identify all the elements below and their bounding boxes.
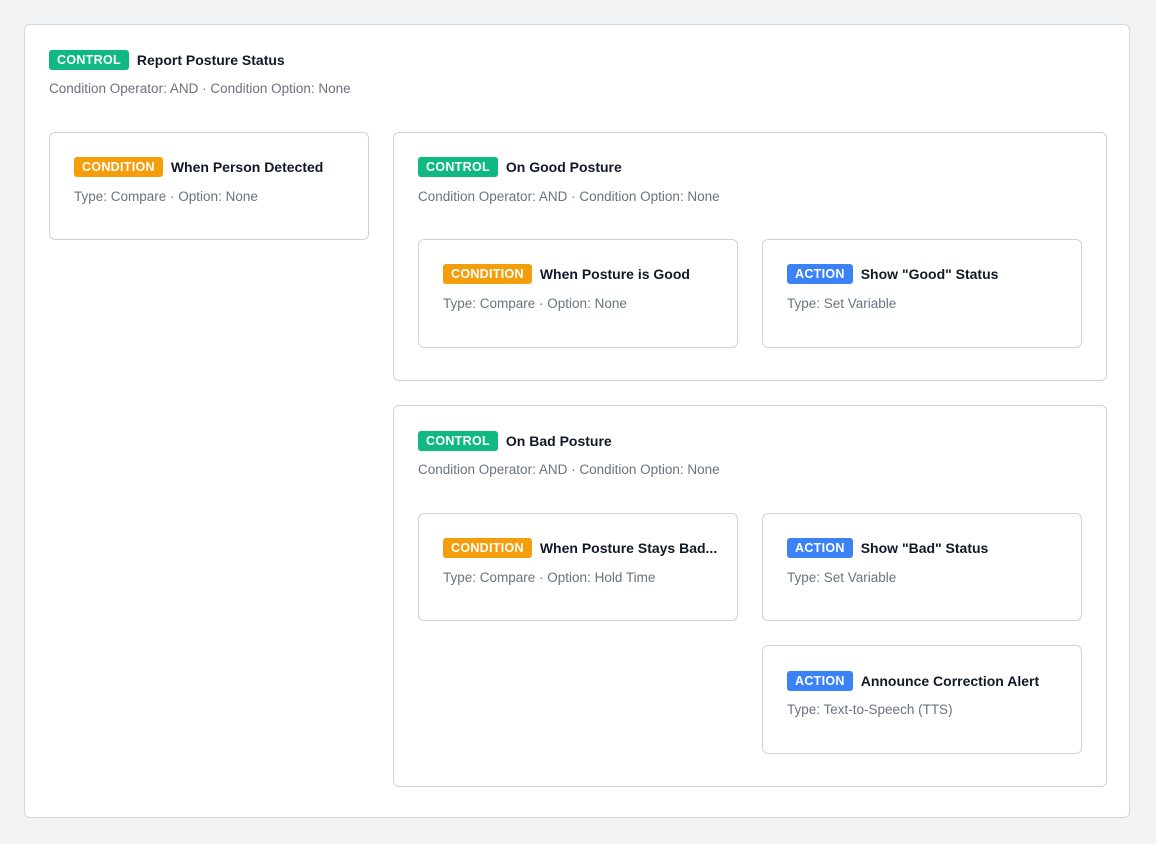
block-meta: Type: Compare · Option: Hold Time bbox=[443, 570, 656, 585]
control-header: CONTROL On Good Posture bbox=[418, 157, 622, 177]
condition-header: CONDITION When Posture Stays Bad... bbox=[443, 538, 717, 558]
action-header: ACTION Show "Good" Status bbox=[787, 264, 998, 284]
condition-badge: CONDITION bbox=[74, 157, 163, 177]
block-title: Announce Correction Alert bbox=[860, 673, 1040, 689]
action-badge: ACTION bbox=[787, 264, 853, 284]
block-title: When Posture is Good bbox=[539, 266, 690, 282]
block-meta: Type: Compare · Option: None bbox=[443, 296, 627, 311]
action-block-show-good-status[interactable]: ACTION Show "Good" Status Type: Set Vari… bbox=[762, 239, 1082, 348]
condition-block-person-detected[interactable]: CONDITION When Person Detected Type: Com… bbox=[49, 132, 369, 240]
block-meta: Condition Operator: AND · Condition Opti… bbox=[418, 189, 720, 204]
block-title: Show "Bad" Status bbox=[860, 540, 989, 556]
control-badge: CONTROL bbox=[49, 50, 129, 70]
action-header: ACTION Show "Bad" Status bbox=[787, 538, 988, 558]
condition-badge: CONDITION bbox=[443, 264, 532, 284]
action-block-show-bad-status[interactable]: ACTION Show "Bad" Status Type: Set Varia… bbox=[762, 513, 1082, 621]
block-title: When Person Detected bbox=[170, 159, 324, 175]
block-title: On Good Posture bbox=[505, 159, 622, 175]
condition-badge: CONDITION bbox=[443, 538, 532, 558]
block-meta: Type: Text-to-Speech (TTS) bbox=[787, 702, 953, 717]
control-block-bad-posture[interactable]: CONTROL On Bad Posture Condition Operato… bbox=[393, 405, 1107, 787]
block-title: When Posture Stays Bad... bbox=[539, 540, 718, 556]
condition-header: CONDITION When Posture is Good bbox=[443, 264, 690, 284]
action-header: ACTION Announce Correction Alert bbox=[787, 671, 1039, 691]
block-title: Report Posture Status bbox=[136, 52, 285, 68]
block-title: On Bad Posture bbox=[505, 433, 612, 449]
block-meta: Type: Compare · Option: None bbox=[74, 189, 258, 204]
control-badge: CONTROL bbox=[418, 431, 498, 451]
control-block-report-posture-status[interactable]: CONTROL Report Posture Status Condition … bbox=[24, 24, 1130, 818]
action-badge: ACTION bbox=[787, 538, 853, 558]
action-block-announce-correction-alert[interactable]: ACTION Announce Correction Alert Type: T… bbox=[762, 645, 1082, 754]
control-badge: CONTROL bbox=[418, 157, 498, 177]
block-title: Show "Good" Status bbox=[860, 266, 999, 282]
condition-header: CONDITION When Person Detected bbox=[74, 157, 323, 177]
action-badge: ACTION bbox=[787, 671, 853, 691]
condition-block-posture-good[interactable]: CONDITION When Posture is Good Type: Com… bbox=[418, 239, 738, 348]
control-header: CONTROL On Bad Posture bbox=[418, 431, 612, 451]
block-meta: Type: Set Variable bbox=[787, 570, 897, 585]
block-meta: Type: Set Variable bbox=[787, 296, 897, 311]
control-header: CONTROL Report Posture Status bbox=[49, 50, 285, 70]
control-block-good-posture[interactable]: CONTROL On Good Posture Condition Operat… bbox=[393, 132, 1107, 381]
condition-block-posture-stays-bad[interactable]: CONDITION When Posture Stays Bad... Type… bbox=[418, 513, 738, 621]
block-meta: Condition Operator: AND · Condition Opti… bbox=[49, 81, 351, 96]
block-meta: Condition Operator: AND · Condition Opti… bbox=[418, 462, 720, 477]
